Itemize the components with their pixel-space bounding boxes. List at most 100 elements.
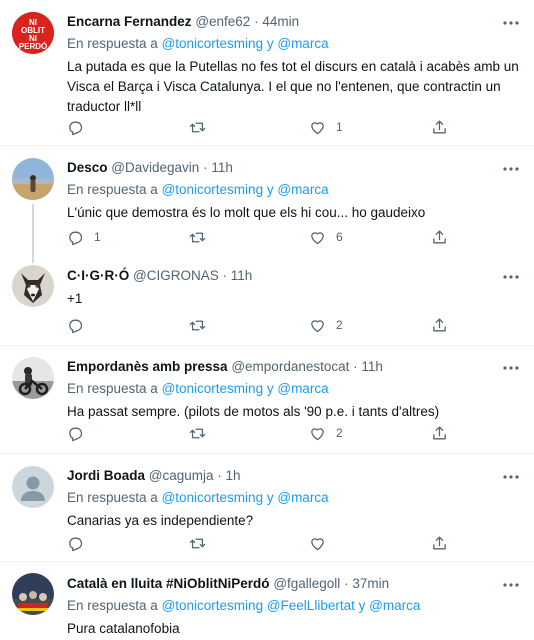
share-icon — [433, 317, 446, 331]
author-name[interactable]: C·I·G·R·Ó — [67, 268, 129, 283]
reply-icon — [69, 427, 83, 441]
tweet-actions: 2 — [67, 423, 467, 443]
reply-icon — [69, 231, 83, 245]
mention-link[interactable]: @tonicortesming — [162, 381, 264, 396]
heart-icon — [311, 121, 324, 134]
more-options-icon[interactable] — [502, 16, 520, 30]
like-button[interactable]: 6 — [309, 227, 343, 247]
avatar[interactable]: NI OBLIT NI PERDÓ — [12, 12, 54, 54]
thread-connector — [32, 251, 34, 263]
retweet-button[interactable] — [189, 423, 216, 443]
more-options-icon[interactable] — [502, 270, 520, 284]
mention-link[interactable]: @marca — [277, 381, 328, 396]
tweet[interactable]: Jordi Boada @cagumja · 1h En respuesta a… — [0, 455, 534, 562]
mention-link[interactable]: @marca — [369, 598, 420, 613]
author-handle[interactable]: @CIGRONAS — [133, 268, 219, 283]
heart-icon — [311, 319, 324, 332]
more-options-icon[interactable] — [502, 578, 520, 592]
avatar[interactable] — [12, 357, 54, 399]
retweet-button[interactable] — [189, 315, 216, 335]
retweet-button[interactable] — [189, 117, 216, 137]
like-button[interactable] — [309, 533, 336, 553]
svg-text:PERDÓ: PERDÓ — [19, 42, 47, 51]
mention-link[interactable]: @marca — [277, 36, 328, 51]
timestamp[interactable]: 44min — [262, 14, 299, 29]
reply-icon — [69, 319, 83, 333]
separator-dot: · — [217, 468, 222, 483]
author-name[interactable]: Desco — [67, 160, 108, 175]
reply-button[interactable] — [67, 533, 94, 553]
avatar[interactable] — [12, 466, 54, 508]
author-handle[interactable]: @cagumja — [149, 468, 214, 483]
author-name[interactable]: Català en lluita #NiOblitNiPerdó — [67, 576, 270, 591]
mention-link[interactable]: @FeelLlibertat — [267, 598, 355, 613]
mention-link[interactable]: @tonicortesming — [162, 36, 264, 51]
tweet[interactable]: Català en lluita #NiOblitNiPerdó @fgalle… — [0, 563, 534, 640]
reply-button[interactable] — [67, 423, 94, 443]
author-name[interactable]: Jordi Boada — [67, 468, 145, 483]
reply-prefix: En respuesta a — [67, 490, 158, 505]
tweet[interactable]: C·I·G·R·Ó @CIGRONAS · 11h +1 2 — [0, 251, 534, 346]
avatar[interactable] — [12, 265, 54, 307]
tweet-text: L'únic que demostra és lo molt que els h… — [67, 205, 426, 220]
share-button[interactable] — [431, 117, 448, 137]
more-options-icon[interactable] — [502, 470, 520, 484]
reply-context: En respuesta a @tonicortesming y @marca — [67, 181, 526, 199]
reply-context: En respuesta a @tonicortesming y @marca — [67, 380, 526, 398]
retweet-icon — [189, 538, 206, 548]
retweet-icon — [189, 232, 206, 242]
more-options-icon[interactable] — [502, 361, 520, 375]
share-button[interactable] — [431, 533, 448, 553]
reply-button[interactable] — [67, 117, 94, 137]
mention-link[interactable]: @tonicortesming — [162, 182, 264, 197]
mention-link[interactable]: @tonicortesming — [162, 598, 264, 613]
like-button[interactable]: 2 — [309, 423, 343, 443]
author-handle[interactable]: @empordanestocat — [231, 359, 349, 374]
mention-link[interactable]: @marca — [277, 182, 328, 197]
author-handle[interactable]: @fgallegoll — [273, 576, 340, 591]
retweet-icon — [189, 428, 206, 438]
reply-button[interactable] — [67, 315, 94, 335]
mention-connector: y — [266, 381, 274, 396]
separator-dot: · — [344, 576, 349, 591]
tweet-actions: 1 — [67, 117, 467, 137]
reply-button[interactable]: 1 — [67, 227, 101, 247]
author-handle[interactable]: @enfe62 — [195, 14, 250, 29]
tweet[interactable]: NI OBLIT NI PERDÓ Encarna Fernandez @enf… — [0, 0, 534, 146]
tweet[interactable]: Empordanès amb pressa @empordanestocat ·… — [0, 347, 534, 454]
separator-dot: · — [254, 14, 259, 29]
author-name[interactable]: Empordanès amb pressa — [67, 359, 228, 374]
reply-prefix: En respuesta a — [67, 182, 158, 197]
author-name[interactable]: Encarna Fernandez — [67, 14, 192, 29]
share-button[interactable] — [431, 227, 448, 247]
avatar[interactable] — [12, 158, 54, 200]
like-count: 1 — [336, 120, 343, 134]
timestamp[interactable]: 1h — [226, 468, 241, 483]
like-button[interactable]: 1 — [309, 117, 343, 137]
more-options-icon[interactable] — [502, 162, 520, 176]
timestamp[interactable]: 37min — [352, 576, 389, 591]
retweet-button[interactable] — [189, 533, 216, 553]
avatar[interactable] — [12, 573, 54, 615]
share-icon — [433, 119, 446, 133]
avatar-photo — [12, 573, 54, 615]
retweet-button[interactable] — [189, 227, 216, 247]
mention-connector: y — [358, 598, 366, 613]
tweet-actions: 1 6 — [67, 227, 467, 247]
tweet-text: Canarias ya es independiente? — [67, 513, 254, 528]
tweet[interactable]: Desco @Davidegavin · 11h En respuesta a … — [0, 147, 534, 251]
like-button[interactable]: 2 — [309, 315, 343, 335]
separator-dot: · — [222, 268, 227, 283]
tweet-text: +1 — [67, 291, 83, 306]
timestamp[interactable]: 11h — [211, 160, 233, 175]
author-handle[interactable]: @Davidegavin — [111, 160, 199, 175]
timestamp[interactable]: 11h — [361, 359, 383, 374]
heart-icon — [311, 427, 324, 440]
mention-link[interactable]: @marca — [277, 490, 328, 505]
mention-link[interactable]: @tonicortesming — [162, 490, 264, 505]
share-button[interactable] — [431, 315, 448, 335]
share-button[interactable] — [431, 423, 448, 443]
timestamp[interactable]: 11h — [231, 268, 253, 283]
avatar-photo — [12, 357, 54, 399]
tweet-text: Ha passat sempre. (pilots de motos als '… — [67, 404, 440, 419]
